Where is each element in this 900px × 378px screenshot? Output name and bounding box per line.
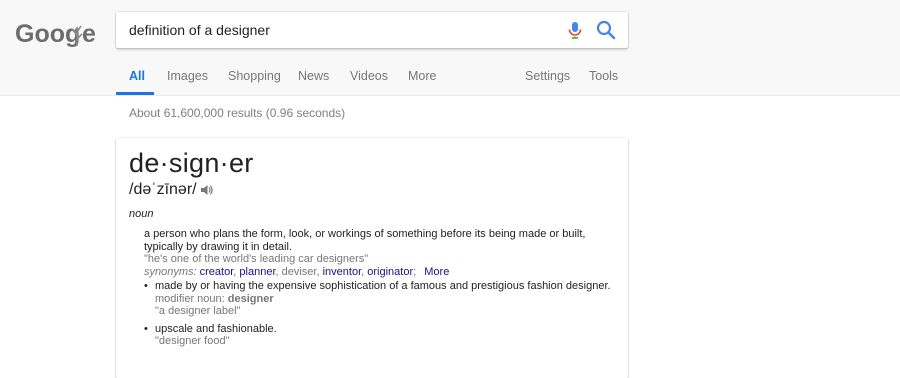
search-tabs: All Images Shopping News Videos More Set… bbox=[0, 60, 900, 96]
more-synonyms-link[interactable]: More bbox=[424, 266, 449, 278]
synonym-link[interactable]: planner bbox=[239, 266, 275, 278]
definition-1: a person who plans the form, look, or wo… bbox=[144, 228, 614, 278]
definition-example: "he's one of the world's leading car des… bbox=[144, 253, 369, 265]
synonym-link[interactable]: originator bbox=[367, 266, 413, 278]
sense-example: "designer food" bbox=[155, 335, 230, 347]
adjective-senses: • made by or having the expensive sophis… bbox=[144, 280, 614, 353]
search-input[interactable] bbox=[129, 12, 549, 48]
sense-text: upscale and fashionable. bbox=[155, 322, 277, 335]
mic-icon[interactable] bbox=[565, 20, 585, 40]
list-item: • upscale and fashionable. "designer foo… bbox=[144, 323, 614, 348]
part-of-speech: noun bbox=[129, 208, 154, 220]
modifier-row: modifier noun: designer bbox=[155, 293, 614, 306]
tab-settings[interactable]: Settings bbox=[525, 69, 570, 83]
speaker-icon[interactable] bbox=[200, 183, 214, 197]
modifier-label: modifier noun: bbox=[155, 292, 225, 305]
definition-text: a person who plans the form, look, or wo… bbox=[144, 228, 586, 253]
tab-tools[interactable]: Tools bbox=[589, 69, 618, 83]
synonyms-row: synonyms: creator, planner, deviser, inv… bbox=[144, 265, 450, 278]
search-icon[interactable] bbox=[595, 19, 617, 41]
header: Goog e All bbox=[0, 0, 900, 96]
sense-example: "a designer label" bbox=[155, 305, 241, 317]
tab-images[interactable]: Images bbox=[167, 69, 208, 83]
dictionary-word: de·sign·er bbox=[129, 148, 254, 178]
tab-videos[interactable]: Videos bbox=[350, 69, 388, 83]
bullet-icon: • bbox=[144, 280, 148, 292]
tab-shopping[interactable]: Shopping bbox=[228, 69, 281, 83]
bullet-icon: • bbox=[144, 322, 148, 335]
sense-text: made by or having the expensive sophisti… bbox=[155, 280, 611, 292]
pronunciation-text: /dəˈzīnər/ bbox=[129, 181, 197, 198]
list-item: • made by or having the expensive sophis… bbox=[144, 280, 614, 318]
google-logo-mark: Goog e bbox=[15, 20, 95, 48]
search-box bbox=[116, 12, 628, 48]
synonyms-label: synonyms: bbox=[144, 265, 197, 278]
active-tab-indicator bbox=[116, 92, 154, 95]
tab-all[interactable]: All bbox=[129, 69, 145, 83]
tab-more[interactable]: More bbox=[408, 69, 436, 83]
google-logo[interactable]: Goog e bbox=[15, 17, 95, 49]
modifier-word: designer bbox=[227, 292, 274, 305]
synonym-link[interactable]: inventor bbox=[323, 266, 362, 278]
results-stats: About 61,600,000 results (0.96 seconds) bbox=[129, 106, 346, 120]
svg-text:Goog: Goog bbox=[15, 20, 80, 48]
pronunciation: /dəˈzīnər/ bbox=[129, 181, 214, 199]
svg-text:e: e bbox=[82, 20, 95, 48]
synonym-plain: deviser bbox=[281, 265, 317, 278]
synonym-link[interactable]: creator bbox=[200, 266, 234, 278]
tab-news[interactable]: News bbox=[298, 69, 329, 83]
dictionary-card: de·sign·er /dəˈzīnər/ noun a person who … bbox=[116, 138, 628, 378]
